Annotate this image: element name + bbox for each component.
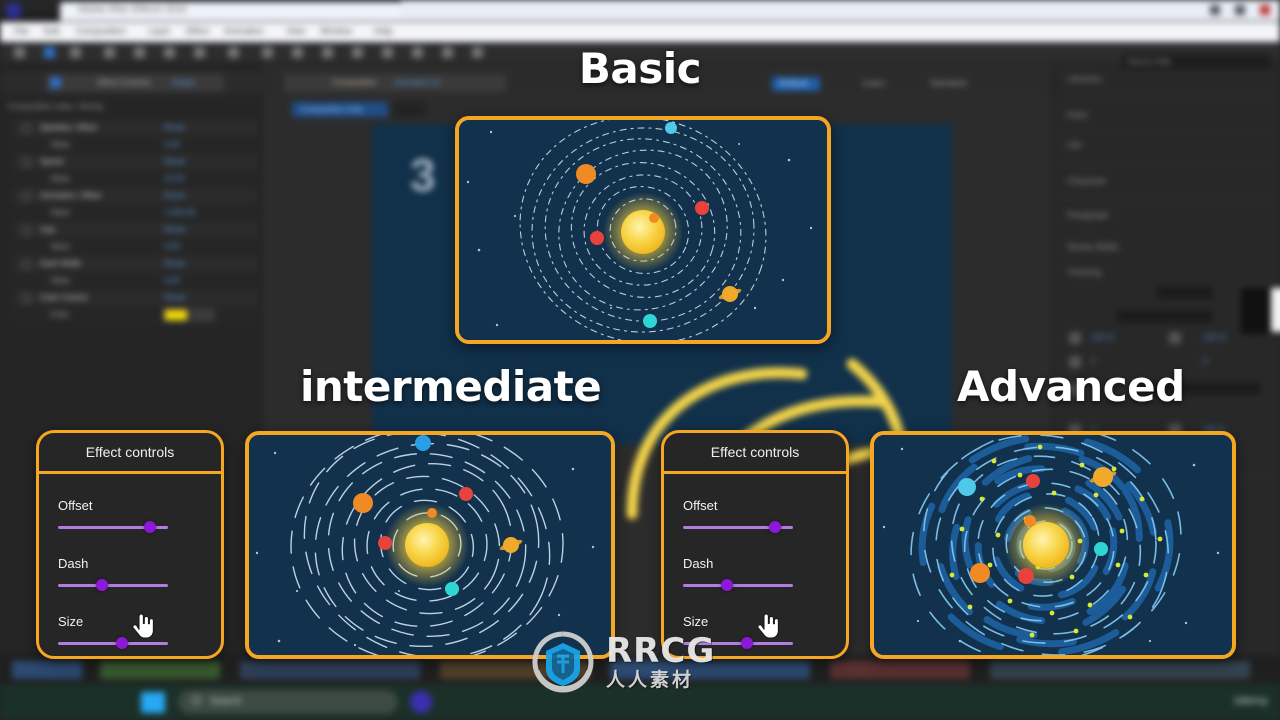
panel-header-label: Effect controls	[85, 444, 175, 460]
section-title-basic: Basic	[578, 44, 702, 93]
solar-system-intermediate	[249, 435, 611, 655]
slider-knob[interactable]	[96, 579, 108, 591]
slider-offset[interactable]	[683, 521, 827, 533]
screenshot-root: Adobe After Effects 2022 File Edit Compo…	[0, 0, 1280, 720]
tutorial-overlay: Basic intermediate Advanced Effect contr…	[0, 0, 1280, 720]
watermark-subtitle: 人人素材	[606, 669, 695, 691]
slider-group-offset: Offset	[683, 498, 827, 533]
slider-dash[interactable]	[58, 579, 202, 591]
panel-header-label: Effect controls	[710, 444, 800, 460]
slider-label-dash: Dash	[683, 556, 714, 571]
watermark-brand: RRCG	[606, 631, 716, 671]
slider-group-dash: Dash	[683, 556, 827, 591]
slider-dash[interactable]	[683, 579, 827, 591]
watermark-text: RRCG 人人素材	[606, 634, 715, 690]
slider-offset[interactable]	[58, 521, 202, 533]
panel-header: Effect controls	[664, 433, 846, 474]
slider-group-size: Size	[58, 614, 202, 649]
slider-track[interactable]	[683, 584, 793, 587]
solar-system-basic	[459, 120, 827, 340]
panel-body: Offset Dash Size	[664, 474, 846, 649]
watermark: RRCG 人人素材	[530, 627, 752, 697]
slider-knob[interactable]	[144, 521, 156, 533]
slider-track[interactable]	[58, 584, 168, 587]
solar-system-advanced	[874, 435, 1232, 655]
slider-label-offset: Offset	[58, 498, 93, 513]
slider-label-offset: Offset	[683, 498, 718, 513]
preview-basic[interactable]	[455, 116, 831, 344]
panel-header: Effect controls	[39, 433, 221, 474]
slider-size[interactable]	[58, 637, 202, 649]
panel-body: Offset Dash Size	[39, 474, 221, 649]
slider-knob[interactable]	[721, 579, 733, 591]
section-title-intermediate: intermediate	[300, 362, 602, 411]
slider-track[interactable]	[58, 642, 168, 645]
slider-label-dash: Dash	[58, 556, 89, 571]
slider-group-offset: Offset	[58, 498, 202, 533]
rrcg-logo-icon	[532, 631, 594, 693]
preview-intermediate[interactable]	[245, 431, 615, 659]
slider-knob[interactable]	[116, 637, 128, 649]
slider-label-size: Size	[58, 614, 84, 629]
preview-advanced[interactable]	[870, 431, 1236, 659]
effect-controls-overlay-right[interactable]: Effect controls Offset Dash Size	[661, 430, 849, 659]
slider-knob[interactable]	[769, 521, 781, 533]
effect-controls-overlay-left[interactable]: Effect controls Offset Dash Size	[36, 430, 224, 659]
slider-group-dash: Dash	[58, 556, 202, 591]
section-title-advanced: Advanced	[957, 362, 1185, 411]
